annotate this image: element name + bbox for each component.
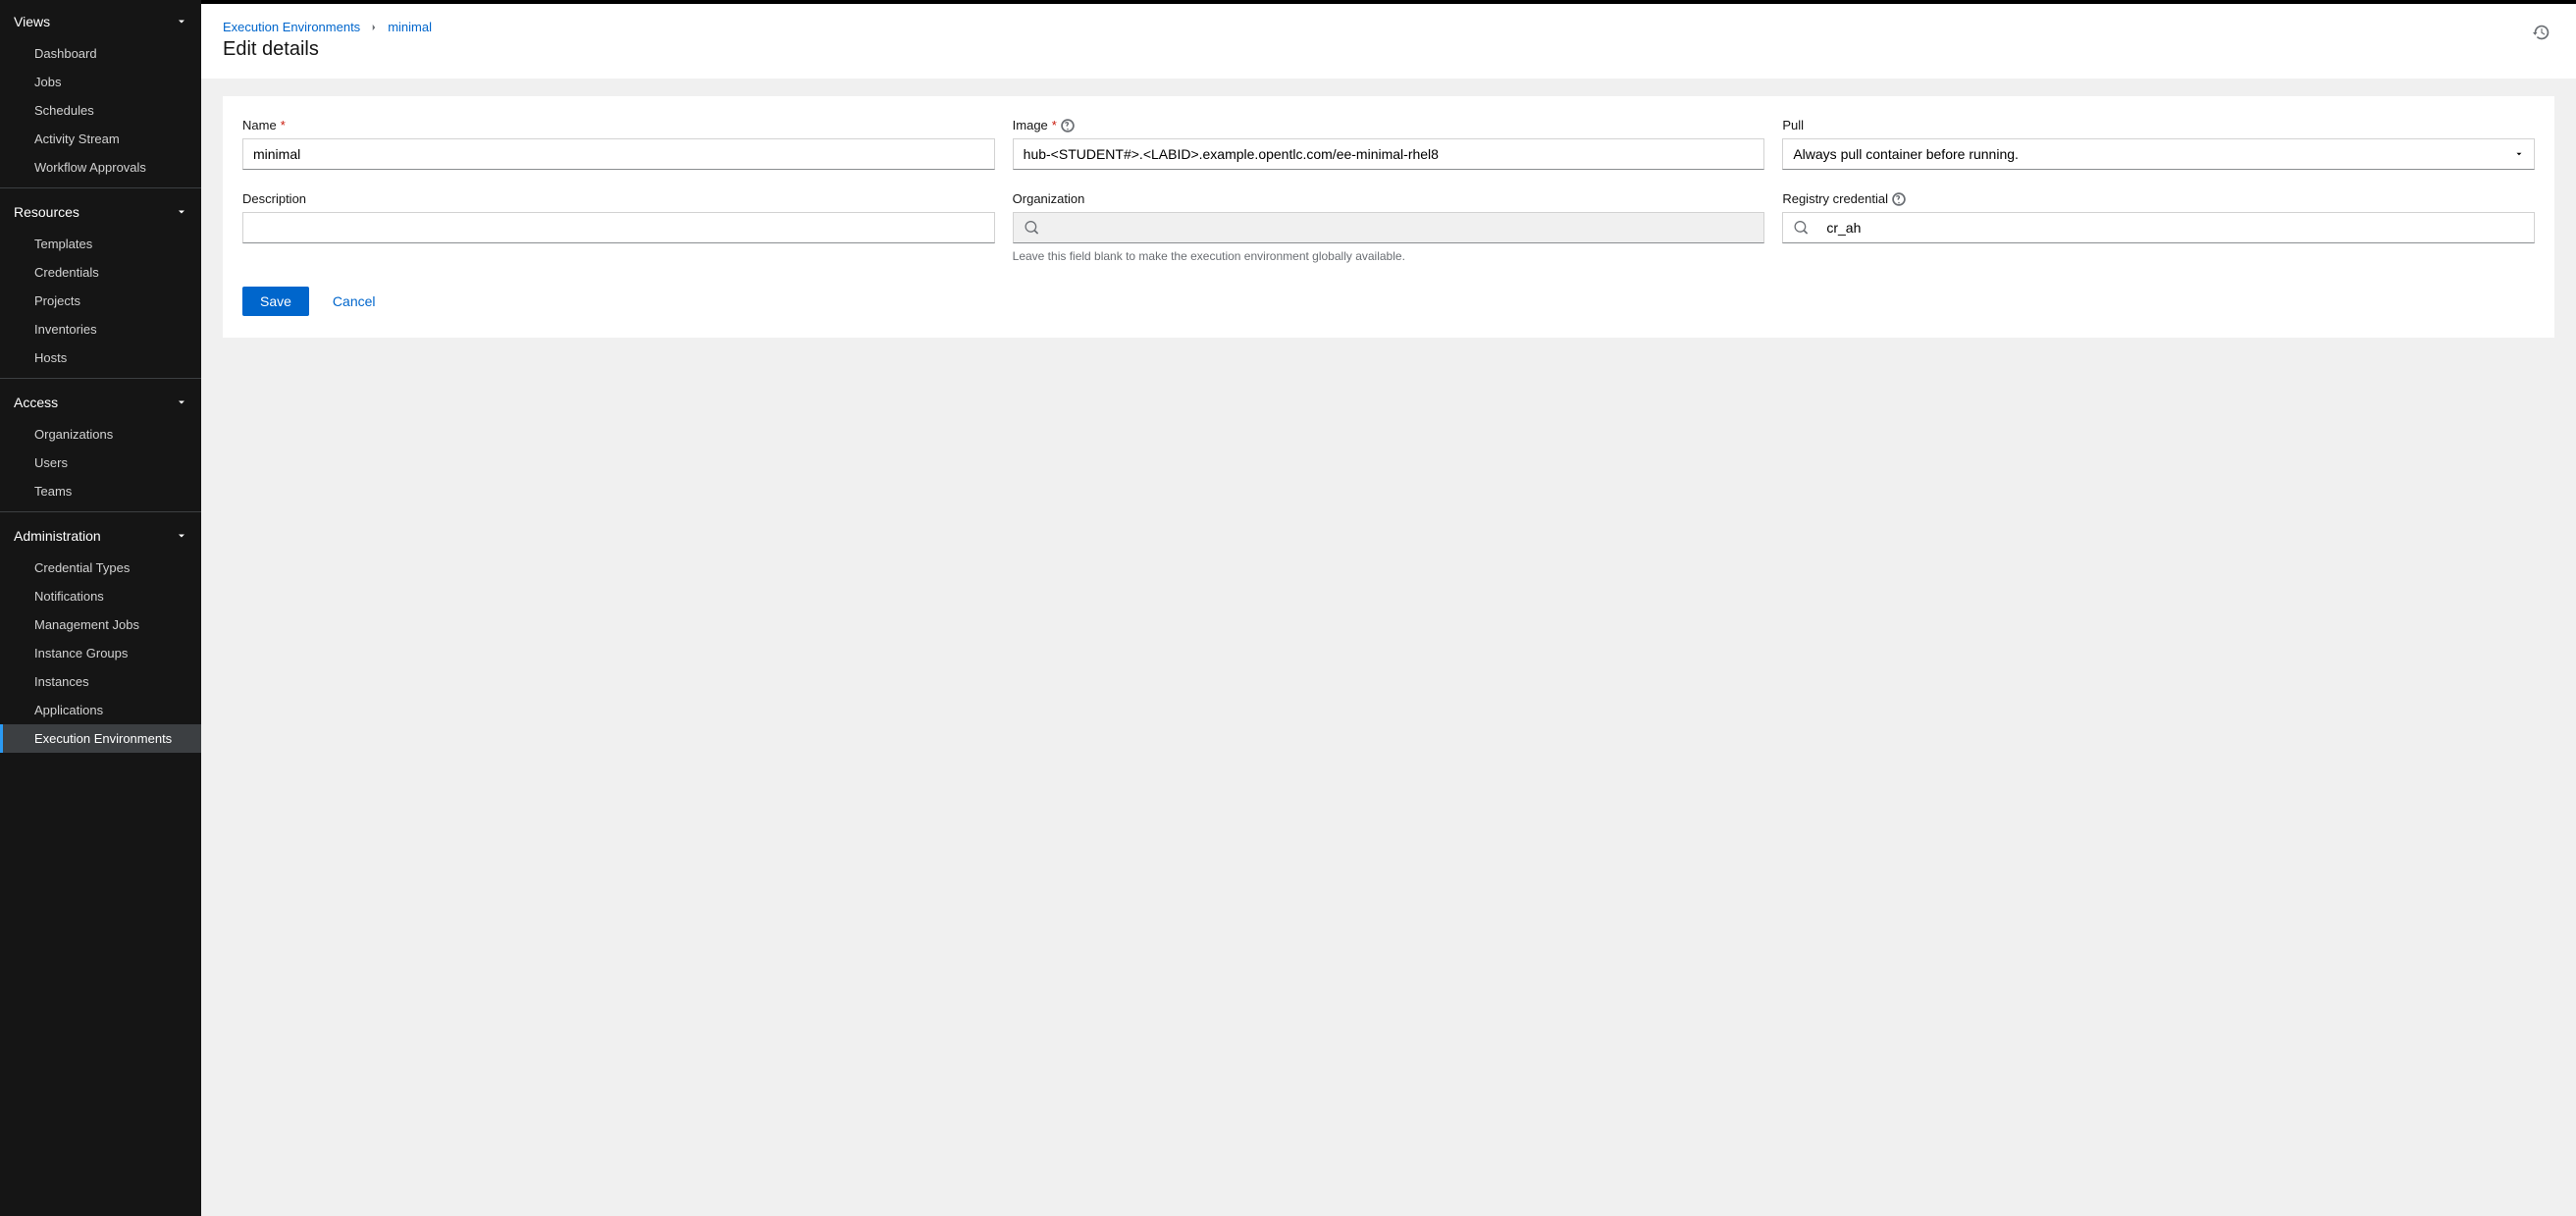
form-group-description: Description [242, 191, 995, 263]
sidebar-item-credential-types[interactable]: Credential Types [0, 554, 201, 582]
sidebar-divider [0, 378, 201, 379]
help-icon[interactable] [1892, 192, 1906, 206]
history-icon[interactable] [2529, 20, 2554, 45]
organization-input [1049, 214, 1764, 241]
form-card: Name * Image * Pull [223, 96, 2554, 338]
sidebar-item-projects[interactable]: Projects [0, 287, 201, 315]
page-header: Execution Environments minimal Edit deta… [201, 0, 2576, 79]
main-content: Execution Environments minimal Edit deta… [201, 0, 2576, 1216]
form-group-pull: Pull Always pull container before runnin… [1782, 118, 2535, 170]
label-registry-credential: Registry credential [1782, 191, 2535, 206]
chevron-down-icon [176, 206, 187, 218]
sidebar-item-activity-stream[interactable]: Activity Stream [0, 125, 201, 153]
pull-select-value: Always pull container before running. [1793, 146, 2019, 162]
name-input[interactable] [242, 138, 995, 170]
search-icon[interactable] [1014, 221, 1049, 235]
form-actions: Save Cancel [242, 287, 2535, 316]
chevron-down-icon [176, 16, 187, 27]
cancel-button[interactable]: Cancel [333, 293, 376, 309]
sidebar-section-views[interactable]: Views [0, 4, 201, 39]
sidebar-item-jobs[interactable]: Jobs [0, 68, 201, 96]
sidebar-divider [0, 511, 201, 512]
sidebar-item-execution-environments[interactable]: Execution Environments [0, 724, 201, 753]
form-group-registry-credential: Registry credential [1782, 191, 2535, 263]
image-input[interactable] [1013, 138, 1765, 170]
sidebar-item-instances[interactable]: Instances [0, 667, 201, 696]
sidebar-item-schedules[interactable]: Schedules [0, 96, 201, 125]
sidebar-section-administration[interactable]: Administration [0, 518, 201, 554]
sidebar-item-teams[interactable]: Teams [0, 477, 201, 505]
sidebar-section-label: Views [14, 14, 50, 29]
sidebar-item-hosts[interactable]: Hosts [0, 344, 201, 372]
caret-down-icon [2514, 149, 2524, 159]
breadcrumb-parent-link[interactable]: Execution Environments [223, 20, 360, 34]
sidebar-item-inventories[interactable]: Inventories [0, 315, 201, 344]
sidebar-section-label: Administration [14, 528, 101, 544]
sidebar-item-management-jobs[interactable]: Management Jobs [0, 610, 201, 639]
pull-select[interactable]: Always pull container before running. [1782, 138, 2535, 170]
sidebar-item-organizations[interactable]: Organizations [0, 420, 201, 449]
sidebar-section-label: Resources [14, 204, 79, 220]
sidebar-item-users[interactable]: Users [0, 449, 201, 477]
chevron-down-icon [176, 530, 187, 542]
breadcrumb-current-link[interactable]: minimal [388, 20, 432, 34]
sidebar-item-workflow-approvals[interactable]: Workflow Approvals [0, 153, 201, 182]
sidebar-item-credentials[interactable]: Credentials [0, 258, 201, 287]
sidebar-section-resources[interactable]: Resources [0, 194, 201, 230]
form-group-organization: Organization Leave this field blank to m… [1013, 191, 1765, 263]
chevron-down-icon [176, 397, 187, 408]
label-image: Image * [1013, 118, 1765, 132]
save-button[interactable]: Save [242, 287, 309, 316]
sidebar-item-notifications[interactable]: Notifications [0, 582, 201, 610]
required-asterisk: * [281, 118, 286, 132]
sidebar-item-instance-groups[interactable]: Instance Groups [0, 639, 201, 667]
description-input[interactable] [242, 212, 995, 243]
sidebar-section-access[interactable]: Access [0, 385, 201, 420]
sidebar: Views Dashboard Jobs Schedules Activity … [0, 0, 201, 1216]
required-asterisk: * [1052, 118, 1057, 132]
registry-credential-lookup [1782, 212, 2535, 243]
help-icon[interactable] [1061, 119, 1075, 132]
label-description: Description [242, 191, 995, 206]
organization-lookup [1013, 212, 1765, 243]
organization-hint: Leave this field blank to make the execu… [1013, 249, 1765, 263]
form-group-name: Name * [242, 118, 995, 170]
page-title: Edit details [223, 38, 432, 61]
search-icon[interactable] [1783, 221, 1818, 235]
registry-credential-input[interactable] [1818, 214, 2534, 241]
sidebar-item-templates[interactable]: Templates [0, 230, 201, 258]
chevron-right-icon [370, 23, 378, 32]
label-pull: Pull [1782, 118, 2535, 132]
form-group-image: Image * [1013, 118, 1765, 170]
label-name: Name * [242, 118, 995, 132]
breadcrumb: Execution Environments minimal [223, 20, 432, 34]
sidebar-divider [0, 187, 201, 188]
sidebar-section-label: Access [14, 395, 58, 410]
sidebar-item-dashboard[interactable]: Dashboard [0, 39, 201, 68]
label-organization: Organization [1013, 191, 1765, 206]
sidebar-item-applications[interactable]: Applications [0, 696, 201, 724]
